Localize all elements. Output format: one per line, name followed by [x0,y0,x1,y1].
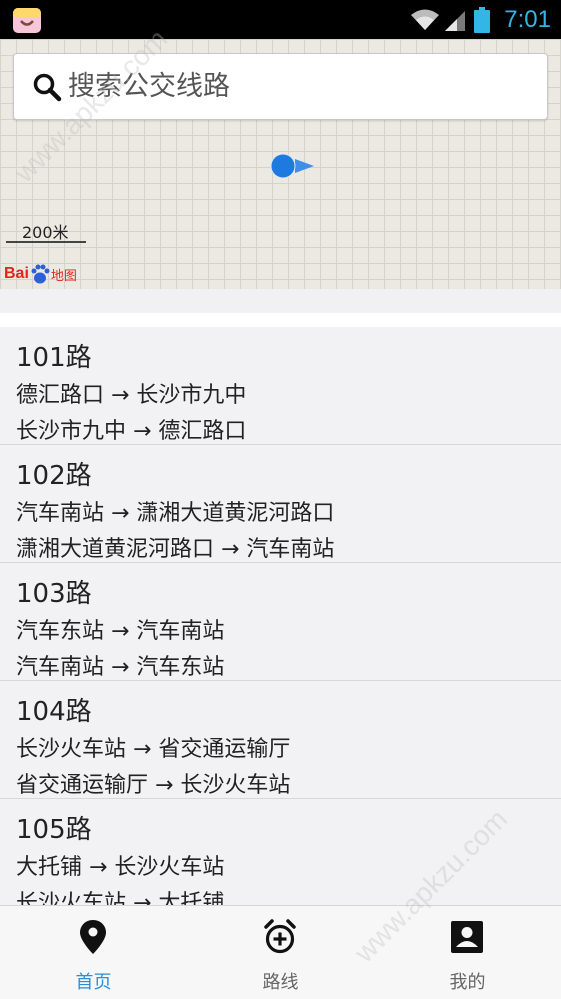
signal-icon [445,10,466,31]
status-icons: 7:01 [410,0,551,39]
search-bar[interactable] [13,53,548,120]
route-list-item[interactable]: 105路 大托铺 → 长沙火车站 长沙火车站 → 大托铺 [0,799,561,905]
nav-tab-home[interactable]: 首页 [0,906,187,999]
nav-tab-mine[interactable]: 我的 [374,906,561,999]
baidu-logo-text: Bai [4,265,29,282]
route-direction-1: 德汇路口 → 长沙市九中 [16,383,247,408]
route-list-item[interactable]: 104路 长沙火车站 → 省交通运输厅 省交通运输厅 → 长沙火车站 [0,681,561,799]
map-divider [0,289,561,313]
route-direction-2: 汽车南站 → 汽车东站 [16,655,225,680]
bottom-nav: 首页 路线 我的 [0,905,561,999]
wifi-icon [411,9,440,30]
route-name: 104路 [16,697,92,727]
search-icon [33,73,62,101]
app-icon [13,8,41,33]
search-input[interactable] [68,71,508,102]
app-root: 7:01 200米 Bai [0,0,561,999]
route-direction-2: 长沙市九中 → 德汇路口 [16,419,247,444]
nav-label-mine: 我的 [449,972,486,993]
alarm-clock-add-icon [264,919,296,954]
route-direction-1: 汽车南站 → 潇湘大道黄泥河路口 [16,501,335,526]
baidu-paw-icon [31,264,50,284]
route-name: 101路 [16,343,92,373]
nav-label-routes: 路线 [262,972,299,993]
location-marker-icon [270,153,314,179]
status-bar: 7:01 [0,0,561,39]
status-time: 7:01 [504,5,551,33]
route-list-item[interactable]: 103路 汽车东站 → 汽车南站 汽车南站 → 汽车东站 [0,563,561,681]
route-direction-2: 长沙火车站 → 大托铺 [16,891,225,905]
route-name: 105路 [16,815,92,845]
route-direction-2: 省交通运输厅 → 长沙火车站 [16,773,291,798]
route-list-item[interactable]: 101路 德汇路口 → 长沙市九中 长沙市九中 → 德汇路口 [0,327,561,445]
baidu-logo-map-text: 地图 [50,268,77,284]
route-direction-1: 汽车东站 → 汽车南站 [16,619,225,644]
route-name: 102路 [16,461,92,491]
scale-line [6,241,86,243]
route-name: 103路 [16,579,92,609]
map-pin-icon [80,920,106,954]
map-view[interactable]: 200米 Bai 地图 [0,39,561,289]
user-profile-icon [451,921,483,953]
route-list[interactable]: 101路 德汇路口 → 长沙市九中 长沙市九中 → 德汇路口 102路 汽车南站… [0,327,561,905]
route-direction-1: 长沙火车站 → 省交通运输厅 [16,737,291,762]
nav-tab-routes[interactable]: 路线 [187,906,374,999]
map-scale: 200米 [6,219,86,245]
route-list-item[interactable]: 102路 汽车南站 → 潇湘大道黄泥河路口 潇湘大道黄泥河路口 → 汽车南站 [0,445,561,563]
scale-label: 200米 [22,223,69,242]
route-direction-1: 大托铺 → 长沙火车站 [16,855,225,880]
route-direction-2: 潇湘大道黄泥河路口 → 汽车南站 [16,537,335,562]
battery-icon [474,6,491,33]
baidu-map-logo: Bai 地图 [4,261,77,287]
nav-label-home: 首页 [75,972,112,993]
